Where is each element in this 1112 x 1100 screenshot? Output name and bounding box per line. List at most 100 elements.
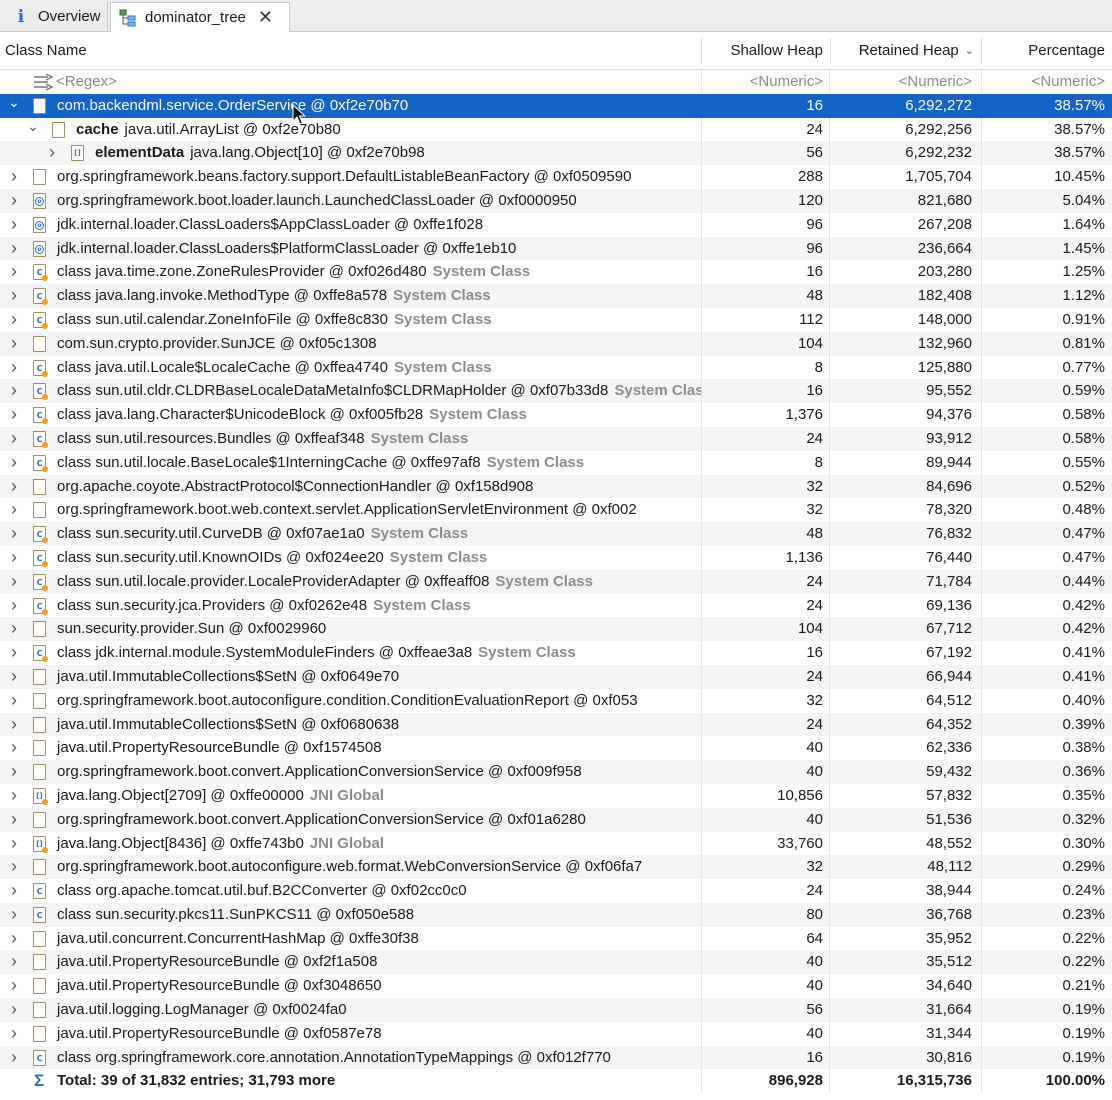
table-row[interactable]: › Cclass java.util.Locale$LocaleCache @ 0… bbox=[0, 355, 1112, 380]
chevron-right-icon[interactable]: › bbox=[7, 308, 21, 332]
chevron-right-icon[interactable]: › bbox=[7, 736, 21, 760]
table-row[interactable]: › Cclass sun.security.util.CurveDB @ 0xf0… bbox=[0, 522, 1112, 546]
table-row[interactable]: › sun.security.provider.Sun @ 0xf0029960 1… bbox=[0, 617, 1112, 642]
percentage-cell: 0.32% bbox=[1062, 810, 1105, 828]
chevron-right-icon[interactable]: › bbox=[7, 808, 21, 832]
chevron-right-icon[interactable]: › bbox=[7, 356, 21, 380]
chevron-right-icon[interactable]: › bbox=[7, 903, 21, 927]
chevron-right-icon[interactable]: › bbox=[7, 998, 21, 1022]
table-row[interactable]: › Cclass sun.util.locale.BaseLocale$1Inte… bbox=[0, 450, 1112, 475]
chevron-right-icon[interactable]: › bbox=[7, 784, 21, 808]
chevron-right-icon[interactable]: › bbox=[7, 950, 21, 974]
chevron-down-icon[interactable]: ⌄ bbox=[7, 94, 21, 110]
chevron-down-icon[interactable]: ⌄ bbox=[26, 118, 40, 134]
chevron-right-icon[interactable]: › bbox=[7, 379, 21, 403]
shallow-heap-cell: 32 bbox=[806, 477, 823, 495]
chevron-right-icon[interactable]: › bbox=[7, 760, 21, 784]
chevron-right-icon[interactable]: › bbox=[7, 665, 21, 689]
chevron-right-icon[interactable]: › bbox=[7, 1022, 21, 1046]
chevron-right-icon[interactable]: › bbox=[7, 237, 21, 261]
chevron-right-icon[interactable]: › bbox=[7, 332, 21, 356]
chevron-right-icon[interactable]: › bbox=[7, 927, 21, 951]
column-divider bbox=[829, 141, 830, 166]
table-row[interactable]: › [] elementData java.lang.Object[10] @ 0xf… bbox=[0, 141, 1112, 166]
table-row[interactable]: › org.springframework.boot.convert.Applic… bbox=[0, 807, 1112, 832]
chevron-right-icon[interactable]: › bbox=[7, 713, 21, 737]
tab-dominator-tree[interactable]: dominator_tree ✕ bbox=[110, 2, 290, 32]
table-row[interactable]: › [] java.lang.Object[2709] @ 0xffe00000 JN… bbox=[0, 783, 1112, 808]
regex-filter-cell[interactable]: <Regex> bbox=[0, 70, 701, 94]
chevron-right-icon[interactable]: › bbox=[7, 855, 21, 879]
chevron-right-icon[interactable]: › bbox=[7, 403, 21, 427]
column-divider bbox=[981, 1069, 982, 1094]
shallow-heap-filter[interactable]: <Numeric> bbox=[702, 70, 823, 94]
table-row[interactable]: › Cclass sun.security.util.KnownOIDs @ 0x… bbox=[0, 545, 1112, 570]
table-row[interactable]: › Cclass sun.util.calendar.ZoneInfoFile @… bbox=[0, 307, 1112, 332]
chevron-right-icon[interactable]: › bbox=[45, 141, 59, 165]
chevron-right-icon[interactable]: › bbox=[7, 498, 21, 522]
table-row[interactable]: › java.util.logging.LogManager @ 0xf0024f… bbox=[0, 998, 1112, 1022]
table-row[interactable]: › org.springframework.boot.autoconfigure.… bbox=[0, 688, 1112, 713]
chevron-right-icon[interactable]: › bbox=[7, 213, 21, 237]
chevron-right-icon[interactable]: › bbox=[7, 974, 21, 998]
close-icon[interactable]: ✕ bbox=[258, 7, 273, 28]
chevron-right-icon[interactable]: › bbox=[7, 546, 21, 570]
chevron-right-icon[interactable]: › bbox=[7, 570, 21, 594]
table-row[interactable]: › org.springframework.boot.web.context.se… bbox=[0, 498, 1112, 523]
table-row[interactable]: › com.sun.crypto.provider.SunJCE @ 0xf05c… bbox=[0, 331, 1112, 356]
chevron-right-icon[interactable]: › bbox=[7, 641, 21, 665]
table-row[interactable]: › java.util.concurrent.ConcurrentHashMap … bbox=[0, 926, 1112, 951]
chevron-right-icon[interactable]: › bbox=[7, 879, 21, 903]
chevron-right-icon[interactable]: › bbox=[7, 832, 21, 856]
chevron-right-icon[interactable]: › bbox=[7, 594, 21, 618]
filter-row[interactable]: <Regex> <Numeric> <Numeric> <Numeric> bbox=[0, 70, 1112, 94]
table-row[interactable]: › org.apache.coyote.AbstractProtocol$Conn… bbox=[0, 474, 1112, 499]
table-row[interactable]: › o org.springframework.boot.loader.launch… bbox=[0, 188, 1112, 213]
table-row[interactable]: ⌄ cache java.util.ArrayList @ 0xf2e70b80 24… bbox=[0, 117, 1112, 142]
table-row[interactable]: › Cclass java.lang.invoke.MethodType @ 0x… bbox=[0, 284, 1112, 308]
column-header-retained-heap[interactable]: Retained Heap ⌄ bbox=[831, 32, 981, 69]
table-row[interactable]: › Cclass java.time.zone.ZoneRulesProvider… bbox=[0, 260, 1112, 285]
class-name-cell: › org.springframework.boot.autoconfigure.… bbox=[0, 855, 701, 879]
chevron-right-icon[interactable]: › bbox=[7, 189, 21, 213]
table-row[interactable]: › java.util.ImmutableCollections$SetN @ 0… bbox=[0, 712, 1112, 737]
chevron-right-icon[interactable]: › bbox=[7, 284, 21, 308]
chevron-right-icon[interactable]: › bbox=[7, 260, 21, 284]
percentage-filter[interactable]: <Numeric> bbox=[982, 70, 1105, 94]
table-row[interactable]: › Cclass jdk.internal.module.SystemModule… bbox=[0, 641, 1112, 665]
table-row[interactable]: › Cclass sun.util.cldr.CLDRBaseLocaleData… bbox=[0, 379, 1112, 404]
table-row[interactable]: › [] java.lang.Object[8436] @ 0xffe743b0 JN… bbox=[0, 831, 1112, 856]
column-header-percentage[interactable]: Percentage bbox=[982, 32, 1112, 69]
chevron-right-icon[interactable]: › bbox=[7, 165, 21, 189]
chevron-right-icon[interactable]: › bbox=[7, 427, 21, 451]
table-row[interactable]: › java.util.PropertyResourceBundle @ 0xf0… bbox=[0, 1021, 1112, 1046]
table-row[interactable]: › Cclass sun.security.pkcs11.SunPKCS11 @ … bbox=[0, 902, 1112, 927]
chevron-right-icon[interactable]: › bbox=[7, 689, 21, 713]
table-row[interactable]: ⌄ com.backendml.service.OrderService @ 0x… bbox=[0, 93, 1112, 118]
table-row[interactable]: › Cclass sun.util.resources.Bundles @ 0xf… bbox=[0, 426, 1112, 451]
table-row[interactable]: › Cclass org.apache.tomcat.util.buf.B2CCo… bbox=[0, 879, 1112, 903]
tab-overview[interactable]: i Overview bbox=[4, 2, 108, 31]
column-header-shallow-heap[interactable]: Shallow Heap bbox=[702, 32, 830, 69]
table-row[interactable]: › Cclass sun.util.locale.provider.LocaleP… bbox=[0, 569, 1112, 594]
table-row[interactable]: › java.util.PropertyResourceBundle @ 0xf3… bbox=[0, 974, 1112, 999]
chevron-right-icon[interactable]: › bbox=[7, 522, 21, 546]
table-row[interactable]: › java.util.PropertyResourceBundle @ 0xf1… bbox=[0, 736, 1112, 761]
chevron-right-icon[interactable]: › bbox=[7, 475, 21, 499]
chevron-right-icon[interactable]: › bbox=[7, 1046, 21, 1070]
retained-heap-cell: 93,912 bbox=[926, 429, 972, 447]
table-row[interactable]: › org.springframework.boot.autoconfigure.… bbox=[0, 855, 1112, 880]
table-row[interactable]: › o jdk.internal.loader.ClassLoaders$Platf… bbox=[0, 236, 1112, 261]
table-row[interactable]: › org.springframework.beans.factory.suppo… bbox=[0, 165, 1112, 189]
table-row[interactable]: › Cclass sun.security.jca.Providers @ 0xf… bbox=[0, 593, 1112, 618]
table-row[interactable]: › Cclass org.springframework.core.annotat… bbox=[0, 1045, 1112, 1070]
table-row[interactable]: › Cclass java.lang.Character$UnicodeBlock… bbox=[0, 403, 1112, 427]
table-row[interactable]: › java.util.ImmutableCollections$SetN @ 0… bbox=[0, 664, 1112, 689]
column-header-class-name[interactable]: Class Name bbox=[5, 32, 695, 69]
table-row[interactable]: › org.springframework.boot.convert.Applic… bbox=[0, 760, 1112, 784]
table-row[interactable]: › java.util.PropertyResourceBundle @ 0xf2… bbox=[0, 950, 1112, 975]
table-row[interactable]: › o jdk.internal.loader.ClassLoaders$AppCl… bbox=[0, 212, 1112, 237]
chevron-right-icon[interactable]: › bbox=[7, 451, 21, 475]
chevron-right-icon[interactable]: › bbox=[7, 617, 21, 641]
retained-heap-filter[interactable]: <Numeric> bbox=[830, 70, 972, 94]
